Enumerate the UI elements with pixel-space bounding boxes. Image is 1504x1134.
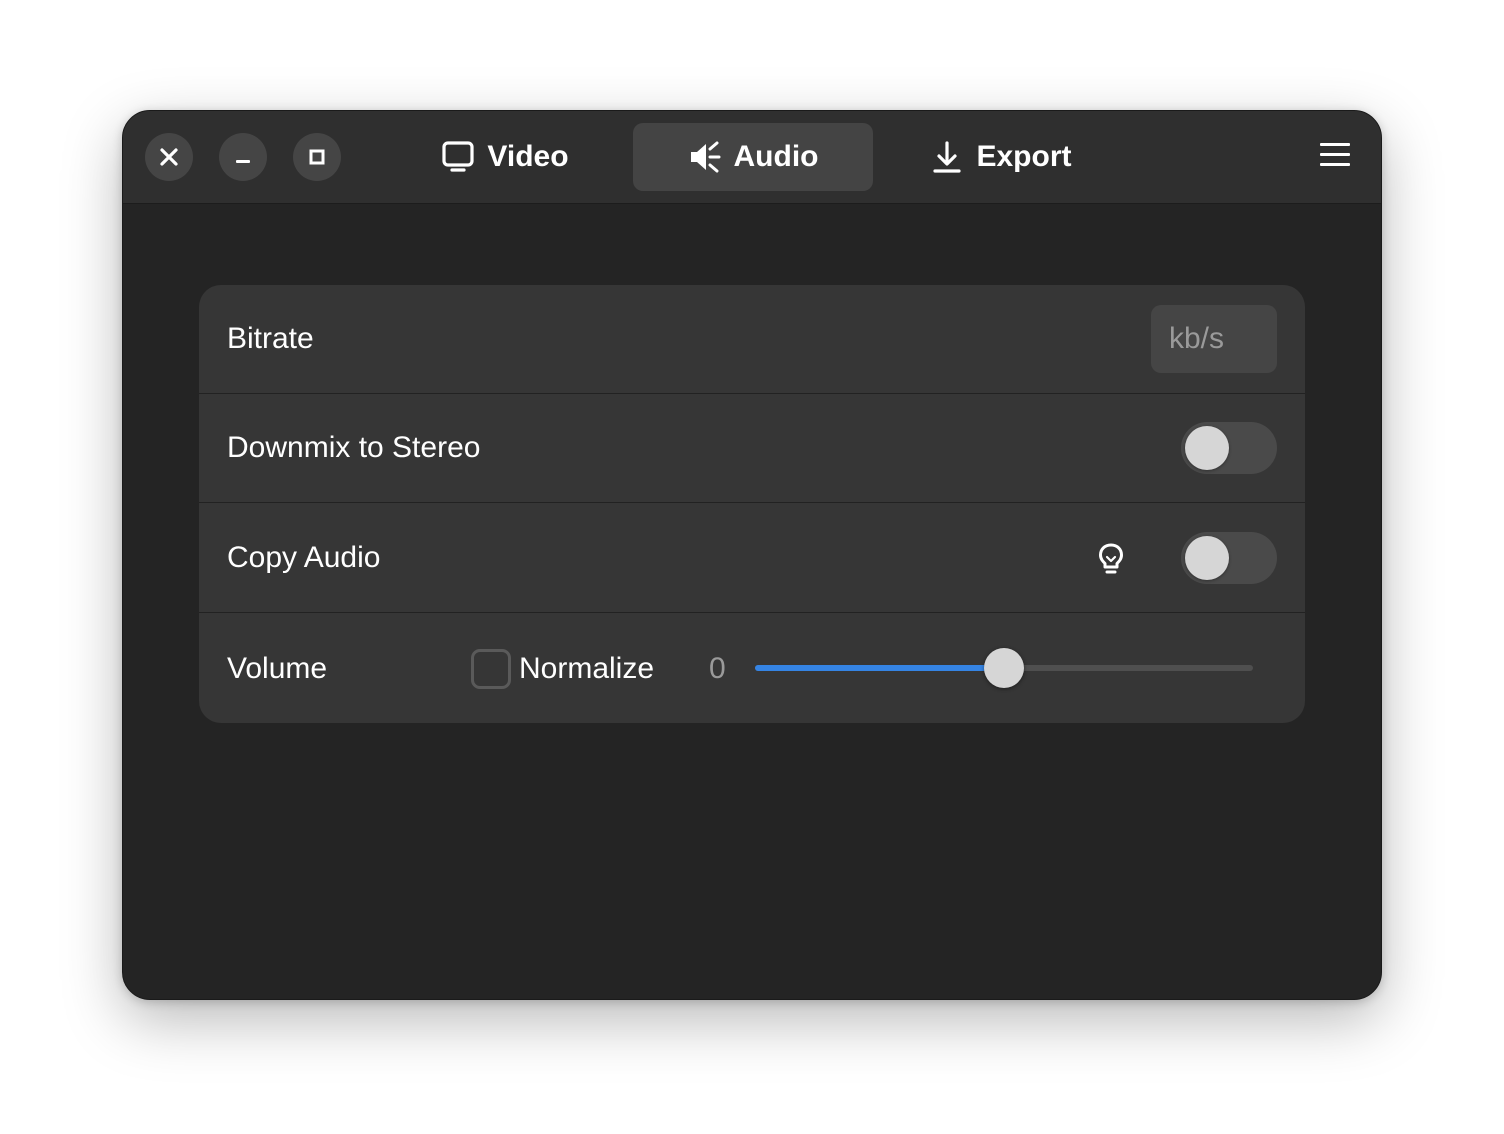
switch-knob (1185, 426, 1229, 470)
tab-export-label: Export (976, 140, 1072, 173)
normalize-label[interactable]: Normalize (519, 614, 654, 723)
tab-audio-label: Audio (733, 140, 819, 173)
download-icon (930, 140, 964, 174)
close-icon (159, 147, 179, 167)
maximize-button[interactable] (293, 133, 341, 181)
tab-export[interactable]: Export (881, 123, 1121, 191)
bitrate-input[interactable] (1151, 305, 1277, 373)
monitor-icon (441, 140, 475, 174)
tab-video-label: Video (487, 140, 569, 173)
bitrate-row: Bitrate (199, 285, 1305, 394)
lightbulb-icon[interactable] (1095, 542, 1127, 576)
minimize-button[interactable] (219, 133, 267, 181)
normalize-checkbox[interactable] (471, 649, 511, 689)
minimize-icon (233, 147, 253, 167)
copy-audio-label: Copy Audio (227, 541, 381, 574)
switch-knob (1185, 536, 1229, 580)
headerbar: Video Audio Export (123, 111, 1381, 204)
downmix-switch[interactable] (1181, 422, 1277, 474)
speaker-icon (688, 140, 722, 174)
volume-slider[interactable] (755, 648, 1253, 688)
copy-audio-row: Copy Audio (199, 504, 1305, 613)
volume-label: Volume (227, 651, 328, 685)
tab-audio[interactable]: Audio (633, 123, 873, 191)
main-menu-button[interactable] (1311, 133, 1359, 181)
downmix-label: Downmix to Stereo (227, 431, 481, 464)
audio-settings-list: Bitrate Downmix to Stereo Copy Audio (199, 285, 1305, 723)
downmix-row: Downmix to Stereo (199, 394, 1305, 503)
bitrate-label: Bitrate (227, 322, 314, 355)
volume-value: 0 (709, 651, 726, 685)
slider-thumb[interactable] (984, 648, 1024, 688)
maximize-icon (307, 147, 327, 167)
copy-audio-switch[interactable] (1181, 532, 1277, 584)
close-button[interactable] (145, 133, 193, 181)
slider-fill (755, 665, 1004, 671)
volume-row: Volume Normalize 0 (199, 614, 1305, 723)
tab-video[interactable]: Video (385, 123, 625, 191)
app-window: Video Audio Export Bitrate kb/s Downmix … (122, 110, 1382, 1000)
hamburger-menu-icon (1320, 142, 1350, 173)
